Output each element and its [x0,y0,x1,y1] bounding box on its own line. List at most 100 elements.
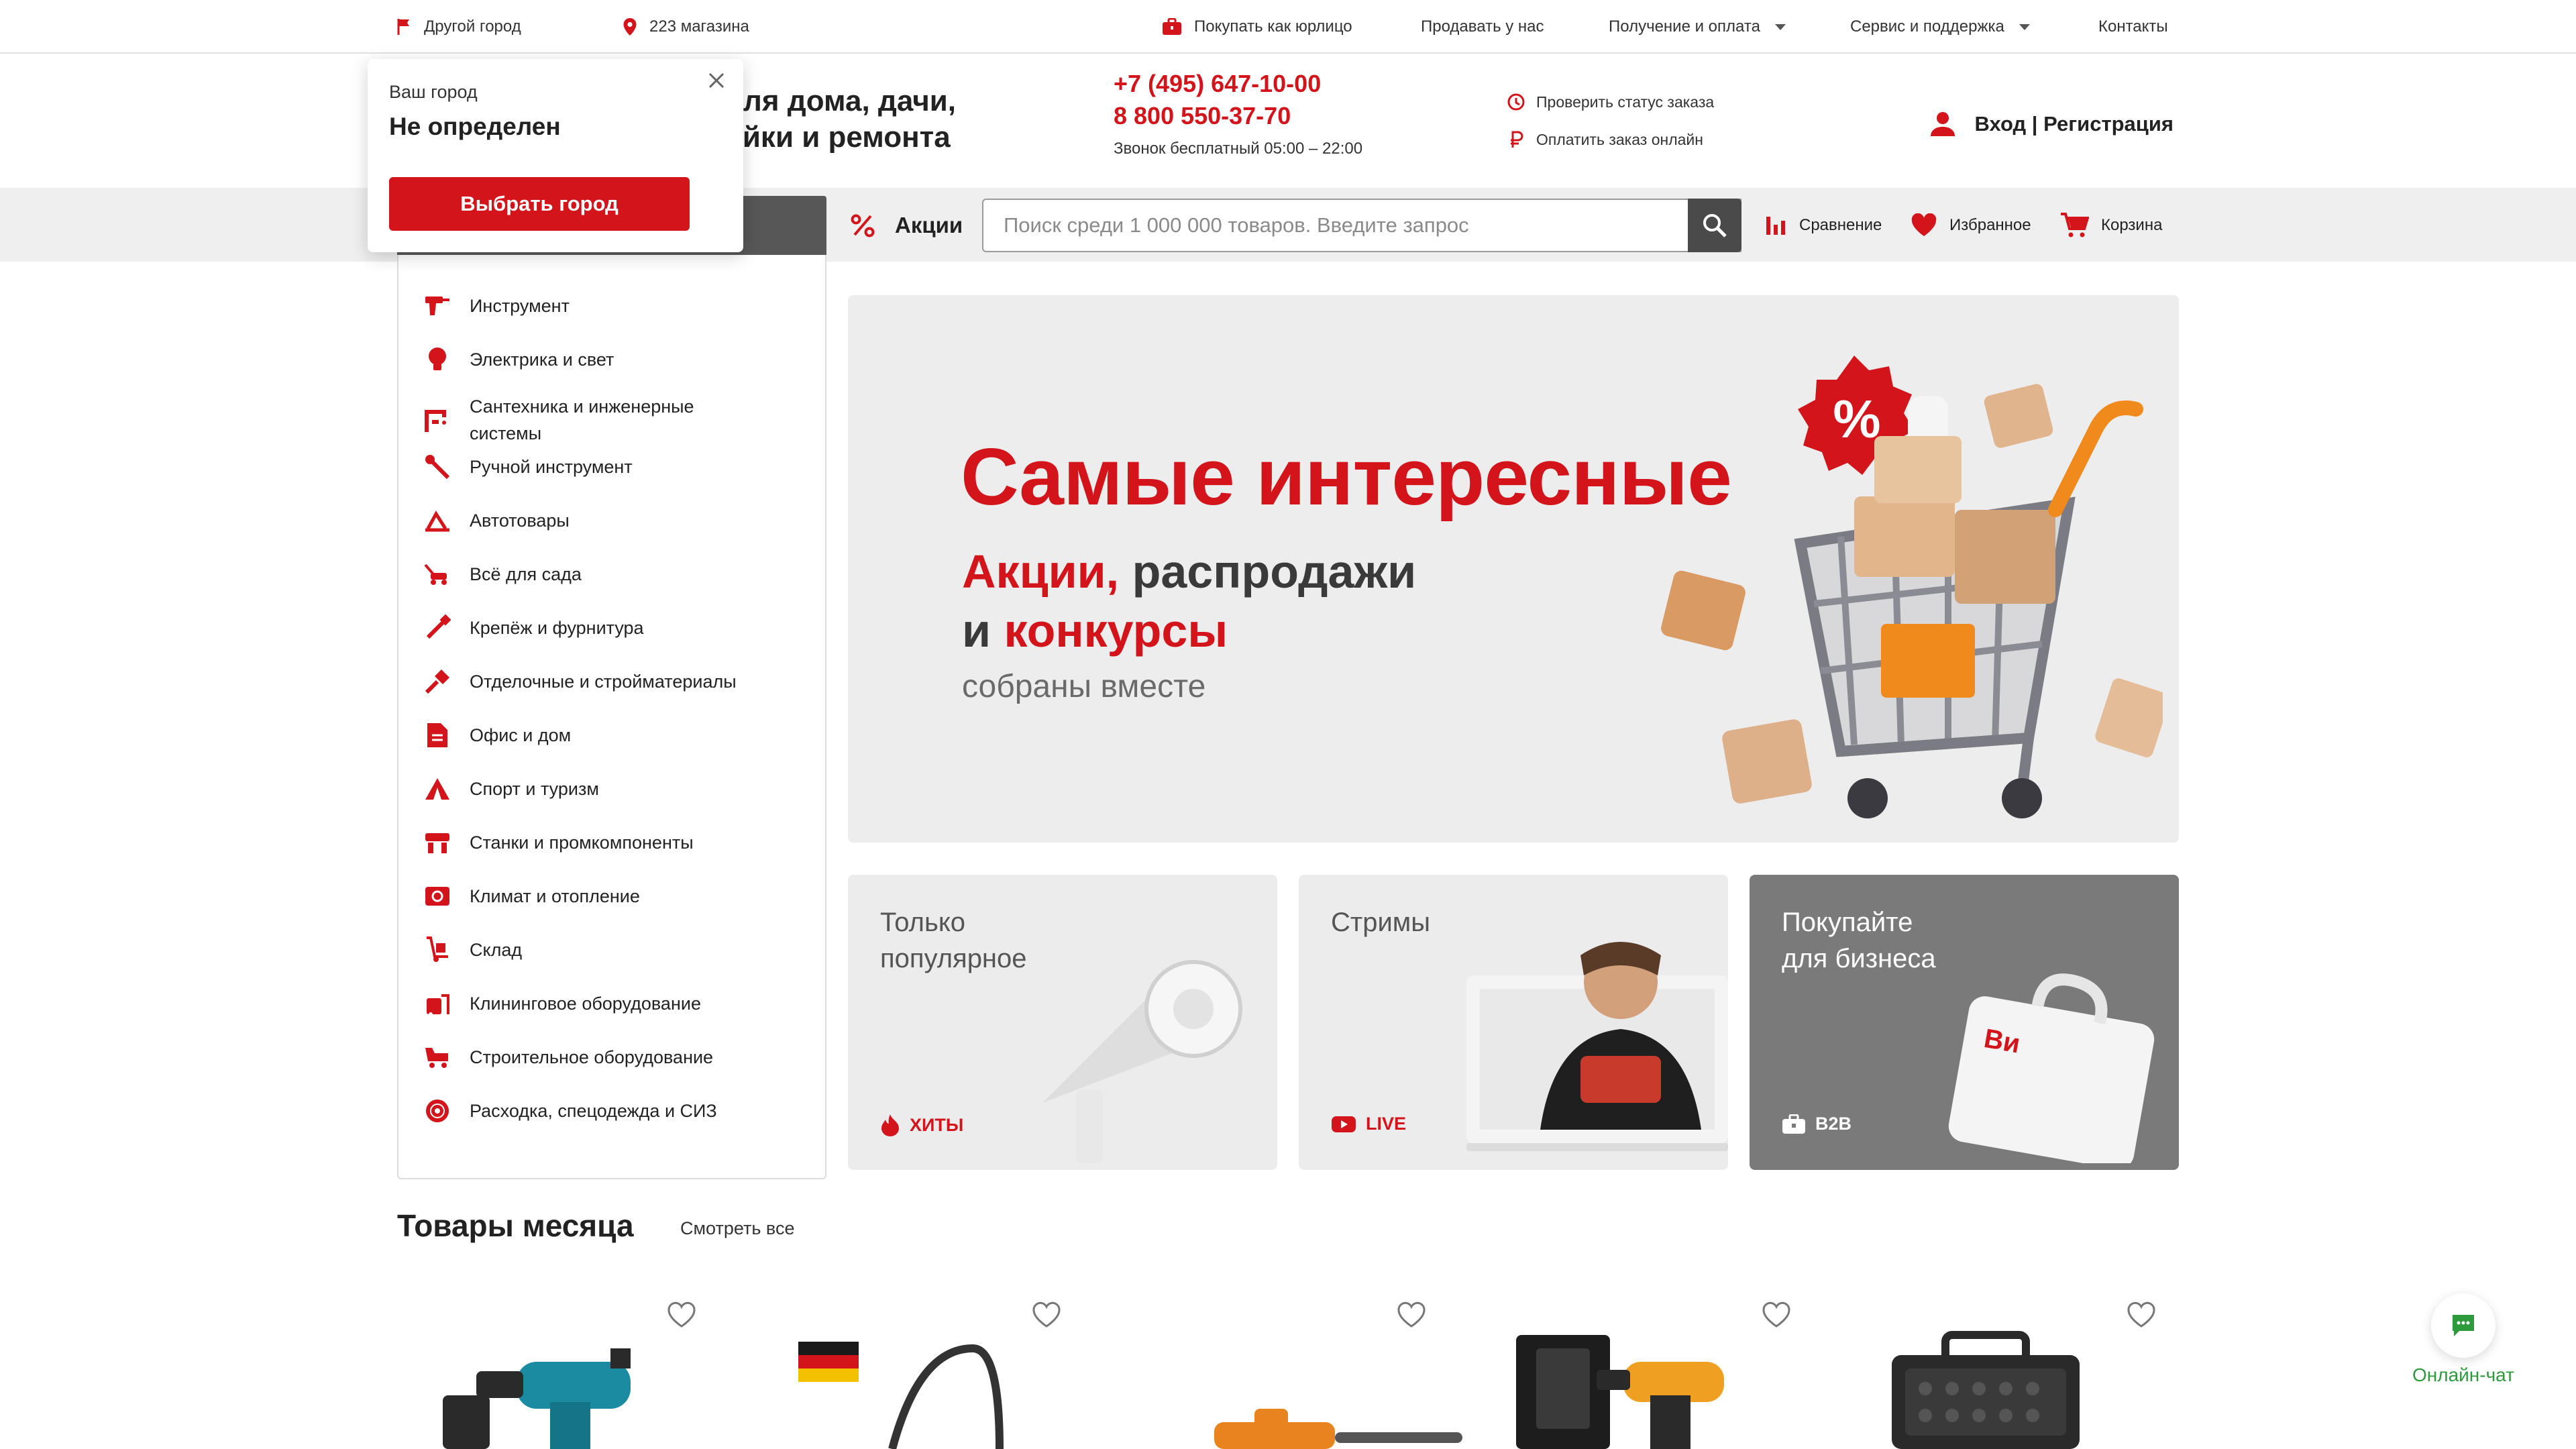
drill-icon [423,291,452,321]
tile-streams-title: Стримы [1331,908,1431,937]
tent-icon [423,774,452,804]
category-auto[interactable]: Автотовары [423,506,570,535]
products-section-title: Товары месяца [397,1208,634,1243]
bar-chart-icon [1766,217,1785,235]
category-warehouse[interactable]: Склад [423,935,522,965]
brush-icon [423,667,452,696]
cart-icon [2061,213,2089,237]
svg-text:Ви: Ви [1982,1024,2022,1059]
category-cleaning[interactable]: Клининговое оборудование [423,989,701,1018]
hand-truck-icon [423,935,452,965]
cleaning-icon [423,989,452,1018]
search-icon [1703,214,1727,237]
service-label: Сервис и поддержка [1850,17,2004,36]
product-image-tool-case[interactable] [1885,1322,2153,1449]
briefcase-icon [1782,1114,1805,1134]
lawnmower-icon [423,559,452,589]
catalog-sidebar: Инструмент Электрика и свет Сантехника и… [397,255,826,1179]
flag-icon [397,19,409,35]
product-image-vacuum[interactable] [798,1322,1067,1449]
city-label: Другой город [424,17,521,36]
ruble-icon [1511,131,1523,148]
briefcase-icon [1163,18,1181,35]
promo-link[interactable]: Акции [849,205,963,246]
contacts-link[interactable]: Контакты [2098,0,2168,54]
legal-entity-link[interactable]: Покупать как юрлицо [1162,0,1352,54]
saw-blade-icon [423,1096,452,1126]
youtube-icon [1332,1116,1356,1132]
category-office-home[interactable]: Офис и дом [423,720,571,750]
clock-icon [1507,93,1525,111]
top-bar: Другой город 223 магазина Покупать как ю… [0,0,2576,54]
construction-icon [423,1042,452,1072]
tile-streams-tag: LIVE [1331,1114,1406,1134]
svg-text:%: % [1833,389,1880,449]
favorites-link[interactable]: Избранное [1911,208,2031,243]
product-image-deko-drill[interactable] [1516,1322,1784,1449]
pay-online-link[interactable]: Оплатить заказ онлайн [1507,126,1703,153]
category-electrics[interactable]: Электрика и свет [423,345,614,374]
login-register-link[interactable]: Вход | Регистрация [1929,107,2174,141]
faucet-icon [423,405,452,435]
document-icon [423,720,452,750]
phone-note: Звонок бесплатный 05:00 – 22:00 [1114,140,1363,158]
screw-icon [423,613,452,643]
city-popup-value: Не определен [389,113,561,140]
city-popup: Ваш город Не определен Выбрать город [368,59,743,252]
category-consumables[interactable]: Расходка, спецодежда и СИЗ [423,1096,717,1126]
category-construction[interactable]: Строительное оборудование [423,1042,713,1072]
category-machines[interactable]: Станки и промкомпоненты [423,828,694,857]
tile-b2b[interactable]: Покупайте для бизнеса Ви B2B [1750,875,2179,1170]
category-fasteners[interactable]: Крепёж и фурнитура [423,613,644,643]
choose-city-button[interactable]: Выбрать город [389,177,690,231]
sell-label: Продавать у нас [1421,17,1544,36]
banner-subtitle: Акции, распродажи и конкурсы [962,545,1417,657]
product-image-chainsaw[interactable] [1208,1322,1476,1449]
category-sport[interactable]: Спорт и туризм [423,774,599,804]
user-icon [1930,112,1955,136]
cart-link[interactable]: Корзина [2059,208,2162,243]
category-climate[interactable]: Климат и отопление [423,881,640,911]
laptop-streamer-illustration [1466,942,1728,1151]
category-tools[interactable]: Инструмент [423,291,570,321]
search-input[interactable] [982,199,1741,252]
contacts-label: Контакты [2098,17,2168,36]
category-building-materials[interactable]: Отделочные и стройматериалы [423,667,737,696]
phone-moscow[interactable]: +7 (495) 647-10-00 [1114,70,1321,98]
product-image-drill[interactable] [436,1322,704,1449]
machine-icon [423,828,452,857]
sell-link[interactable]: Продавать у нас [1421,0,1544,54]
wrench-icon [423,452,452,482]
phone-tollfree[interactable]: 8 800 550-37-70 [1114,102,1291,130]
briefcase-illustration: Ви [1948,973,2155,1163]
compare-link[interactable]: Сравнение [1764,208,1882,243]
category-hand-tools[interactable]: Ручной инструмент [423,452,633,482]
legal-entity-label: Покупать как юрлицо [1194,17,1352,36]
online-chat-button[interactable] [2431,1293,2496,1358]
tile-b2b-tag: B2B [1782,1114,1851,1134]
heart-icon [1911,213,1937,236]
category-garden[interactable]: Всё для сада [423,559,582,589]
close-icon[interactable] [704,68,729,93]
tile-b2b-title: Покупайте для бизнеса [1782,908,1936,973]
see-all-link[interactable]: Смотреть все [680,1218,794,1239]
tile-hits[interactable]: Только популярное ХИТЫ [848,875,1277,1170]
tile-streams[interactable]: Стримы LIVE [1299,875,1728,1170]
service-menu[interactable]: Сервис и поддержка [1850,0,2030,54]
stores-link[interactable]: 223 магазина [623,0,749,54]
online-chat-label[interactable]: Онлайн-чат [2408,1364,2518,1386]
logo-tagline[interactable]: для дома, дачи, ойки и ремонта [724,83,956,156]
car-jack-icon [423,506,452,535]
promo-banner[interactable]: Самые интересные Акции, распродажи и кон… [848,295,2179,843]
percent-icon [851,214,875,237]
city-selector[interactable]: Другой город [397,0,521,54]
tile-hits-title: Только популярное [880,908,1027,973]
chevron-down-icon [1774,23,1786,30]
search-button[interactable] [1688,199,1741,252]
city-popup-label: Ваш город [389,82,478,102]
banner-caption: собраны вместе [962,669,1206,704]
fire-icon [881,1114,899,1136]
category-plumbing[interactable]: Сантехника и инженерные системы [423,393,694,447]
order-status-link[interactable]: Проверить статус заказа [1507,89,1714,115]
delivery-menu[interactable]: Получение и оплата [1609,0,1786,54]
